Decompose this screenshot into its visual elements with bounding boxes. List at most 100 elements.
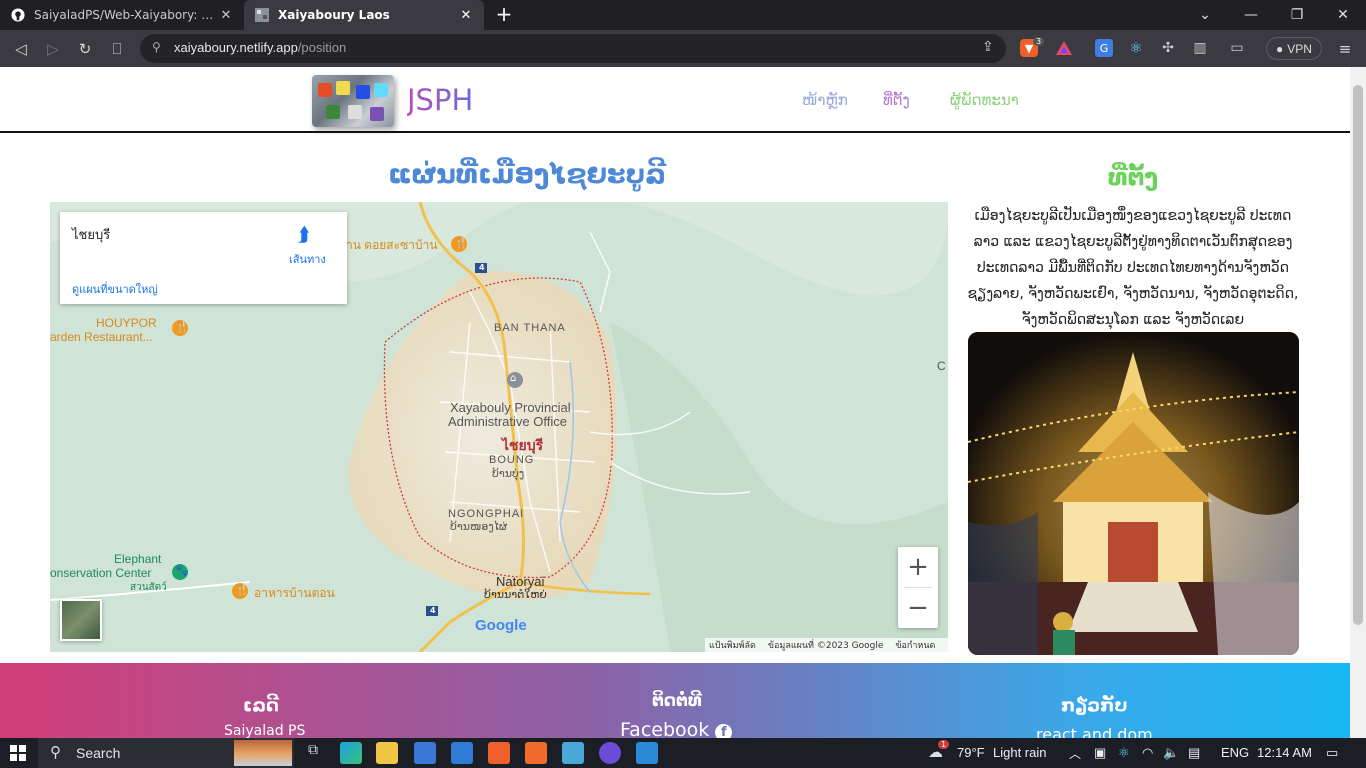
edge-icon[interactable]	[340, 742, 362, 764]
speaker-icon[interactable]: 🔈	[1163, 745, 1179, 761]
page-scrollbar[interactable]	[1350, 67, 1366, 738]
scrollbar-thumb[interactable]	[1353, 85, 1363, 625]
terms-link[interactable]: ข้อกำหนด	[895, 638, 935, 652]
bookmark-icon[interactable]: ⎕	[104, 36, 130, 62]
restore-button[interactable]: ❐	[1274, 0, 1320, 30]
government-pin-icon[interactable]: ⌂	[510, 373, 516, 384]
directions-icon[interactable]: ⮭	[298, 222, 310, 246]
mail-icon[interactable]	[451, 742, 473, 764]
restaurant-pin-icon[interactable]: 🍴	[235, 583, 249, 596]
clock[interactable]: 12:14 AM	[1257, 745, 1312, 760]
language-indicator[interactable]: ENG	[1221, 745, 1249, 760]
search-icon: ⚲	[50, 744, 61, 761]
react-devtools-icon[interactable]: ⚛	[1127, 39, 1145, 57]
site-info-icon[interactable]: ⚲	[152, 40, 161, 54]
map-label-boung-lao: ບ້ານບຸ່ງ	[492, 467, 525, 480]
tab-title: SaiyaladPS/Web-Xaiyabory: ພາບພັດທະນາ	[34, 8, 218, 22]
translate-icon[interactable]: G	[1095, 39, 1113, 57]
address-bar[interactable]: ⚲ xaiyaboury.netlify.app/position ⇪	[140, 34, 1006, 63]
larger-map-link[interactable]: ดูแผนที่ขนาดใหญ่	[72, 280, 158, 298]
keyboard-shortcuts-link[interactable]: แป้นพิมพ์ลัด	[709, 638, 756, 652]
map-label-natoryai-lao: ບ້ານນາຕໍໃຫຍ່	[484, 588, 547, 601]
windows-taskbar: ⚲ Search ⧉ ☁ 1 79°F Light rain ︿ ▣ ⚛ ◠ 🔈…	[0, 738, 1366, 768]
tab-search-chevron-icon[interactable]: ⌄	[1182, 0, 1228, 30]
map-data-text: ข้อมูลแผนที่ ©2023 Google	[767, 641, 884, 651]
site-favicon-icon	[254, 7, 270, 23]
wallet-icon[interactable]: ▭	[1228, 39, 1246, 57]
app-icon[interactable]	[562, 742, 584, 764]
windows-start-icon[interactable]	[10, 745, 26, 761]
taskbar-search[interactable]: ⚲ Search	[38, 738, 294, 768]
xampp-icon[interactable]	[525, 742, 547, 764]
satellite-toggle[interactable]	[60, 599, 102, 641]
new-tab-button[interactable]: +	[492, 3, 516, 27]
road-marker-4-bottom: 4	[430, 606, 436, 615]
vpn-button[interactable]: ● VPN	[1266, 37, 1322, 60]
footer-col1-title: ເລດີ	[243, 695, 279, 716]
brave-rewards-icon[interactable]	[1055, 39, 1073, 57]
directions-link[interactable]: เส้นทาง	[289, 250, 326, 268]
browser-toolbar: ◁ ▷ ↻ ⎕ ⚲ xaiyaboury.netlify.app/positio…	[0, 30, 1366, 67]
sidebar-toggle-icon[interactable]: ▥	[1191, 39, 1209, 57]
google-map[interactable]: 4 4 🍴 🍴 🍴 🐾 ⌂ าน ดอยสะซาบ้าน HOUYPOR ard…	[50, 202, 948, 652]
map-label-elephant: Elephant	[114, 552, 162, 566]
footer-col3-title: ກຽ່ວກັບ	[1061, 695, 1128, 716]
tab-github[interactable]: SaiyaladPS/Web-Xaiyabory: ພາບພັດທະນາ ✕	[0, 0, 244, 30]
map-label-restaurant-bottom: อาหารบ้านตอน	[254, 586, 335, 600]
weather-text[interactable]: Light rain	[993, 745, 1046, 760]
map-label-elephant-thai: สวนสัตว์	[130, 582, 167, 593]
weather-temp[interactable]: 79°F	[957, 745, 985, 760]
notification-icon[interactable]: ▭	[1326, 745, 1338, 761]
file-explorer-icon[interactable]	[376, 742, 398, 764]
minimize-button[interactable]: —	[1228, 0, 1274, 30]
tab-xaiyaboury[interactable]: Xaiyaboury Laos ✕	[244, 0, 484, 30]
search-label: Search	[76, 745, 121, 761]
shields-badge: 3	[1033, 37, 1045, 46]
logo-image[interactable]	[312, 75, 394, 127]
close-window-button[interactable]: ✕	[1320, 0, 1366, 30]
task-view-icon[interactable]: ⧉	[302, 742, 324, 764]
nav-link-location[interactable]: ທີ່ຕັ້ງ	[883, 91, 910, 109]
nav-link-developer[interactable]: ຜູ້ພັດທະນາ	[950, 91, 1019, 109]
map-label-elephant-sub: onservation Center	[50, 566, 152, 580]
zoom-control: + −	[898, 547, 938, 628]
site-navbar: JSPH ໜ້າຫຼັກ ທີ່ຕັ້ງ ຜູ້ພັດທະນາ	[0, 67, 1350, 133]
extensions-puzzle-icon[interactable]: ✣	[1159, 39, 1177, 57]
back-icon[interactable]: ◁	[8, 36, 34, 62]
restaurant-pin-icon[interactable]: 🍴	[454, 236, 468, 249]
zoom-in-button[interactable]: +	[898, 547, 938, 587]
reload-icon[interactable]: ↻	[72, 36, 98, 62]
brave-taskbar-icon[interactable]	[488, 742, 510, 764]
brand-name[interactable]: JSPH	[407, 83, 473, 117]
share-icon[interactable]: ⇪	[982, 39, 994, 55]
map-attribution: แป้นพิมพ์ลัด ข้อมูลแผนที่ ©2023 Google ข…	[705, 638, 948, 652]
map-info-card: ไชยบุรี ⮭ เส้นทาง ดูแผนที่ขนาดใหญ่	[60, 212, 347, 304]
temple-photo-art	[968, 332, 1299, 655]
close-icon[interactable]: ✕	[458, 8, 474, 23]
tray-chevron-icon[interactable]: ︿	[1069, 745, 1081, 762]
url-text: xaiyaboury.netlify.app/position	[174, 40, 347, 55]
map-label-natoryai: Natoryai	[496, 574, 545, 589]
zoo-pin-icon[interactable]: 🐾	[175, 564, 189, 577]
road-marker-4-top: 4	[479, 263, 485, 272]
menu-icon[interactable]: ≡	[1332, 36, 1358, 62]
map-label-office: Xayabouly Provincial	[450, 400, 571, 415]
meet-now-icon[interactable]: ▣	[1094, 745, 1106, 761]
vscode-icon[interactable]	[636, 742, 658, 764]
github-desktop-icon[interactable]	[599, 742, 621, 764]
footer-facebook-link[interactable]: Facebook f	[620, 719, 733, 738]
nav-link-home[interactable]: ໜ້າຫຼັກ	[802, 91, 848, 109]
forward-icon[interactable]: ▷	[40, 36, 66, 62]
restaurant-pin-icon[interactable]: 🍴	[175, 320, 189, 333]
store-icon[interactable]	[414, 742, 436, 764]
footer-col2-title: ຕິດຕໍ່ທີ	[652, 691, 702, 711]
react-tray-icon[interactable]: ⚛	[1118, 745, 1130, 761]
facebook-icon: f	[715, 724, 733, 738]
map-label-restaurant-top: าน ดอยสะซาบ้าน	[346, 238, 438, 252]
keyboard-icon[interactable]: ▤	[1188, 745, 1200, 761]
close-icon[interactable]: ✕	[218, 8, 234, 23]
wifi-icon[interactable]: ◠	[1142, 745, 1153, 761]
zoom-out-button[interactable]: −	[898, 588, 938, 628]
site-footer: ເລດີ Saiyalad PS ຕິດຕໍ່ທີ Facebook f ກຽ່…	[0, 663, 1350, 738]
google-logo: Google	[475, 617, 527, 634]
